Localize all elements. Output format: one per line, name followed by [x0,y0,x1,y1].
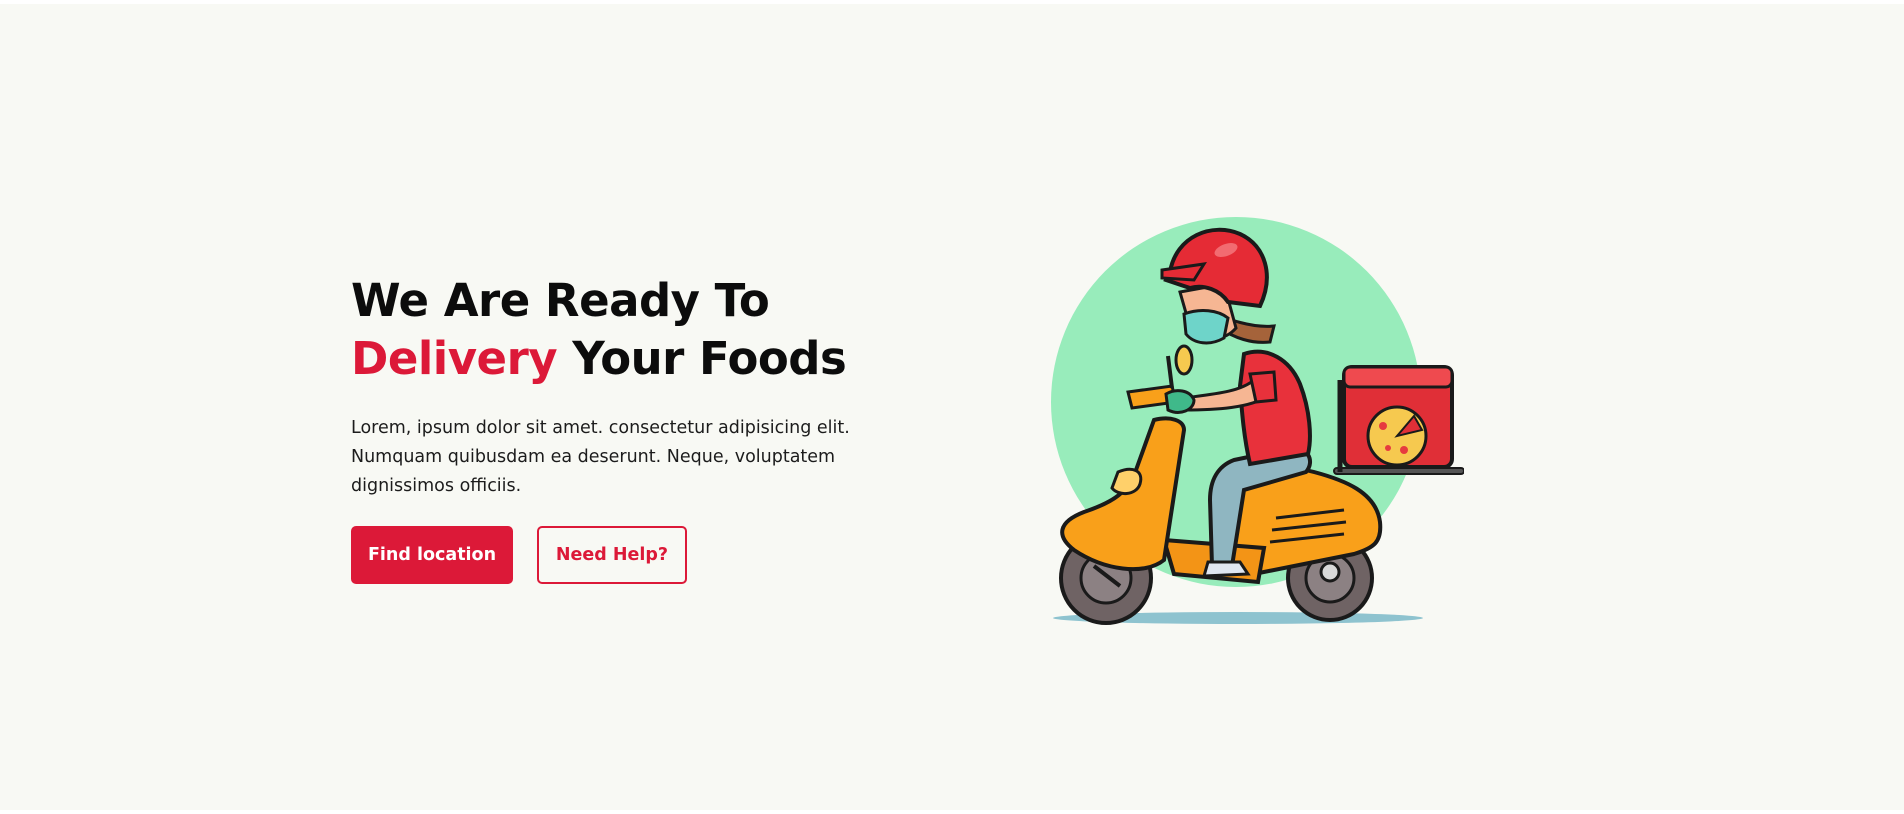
hero-section: We Are Ready To Delivery Your Foods Lore… [0,4,1904,810]
delivery-rider-illustration [1044,210,1465,635]
hero-description: Lorem, ipsum dolor sit amet. consectetur… [351,418,850,496]
headline-accent-word: Delivery [351,332,558,385]
headline-line-2-rest: Your Foods [557,332,847,385]
hero-headline: We Are Ready To Delivery Your Foods [351,272,951,388]
find-location-button[interactable]: Find location [351,526,513,584]
need-help-button[interactable]: Need Help? [537,526,687,584]
hero-text-block: We Are Ready To Delivery Your Foods Lore… [351,272,951,584]
delivery-box-icon [1333,365,1465,475]
hero-buttons: Find location Need Help? [351,526,951,584]
headline-line-1: We Are Ready To [351,274,770,327]
